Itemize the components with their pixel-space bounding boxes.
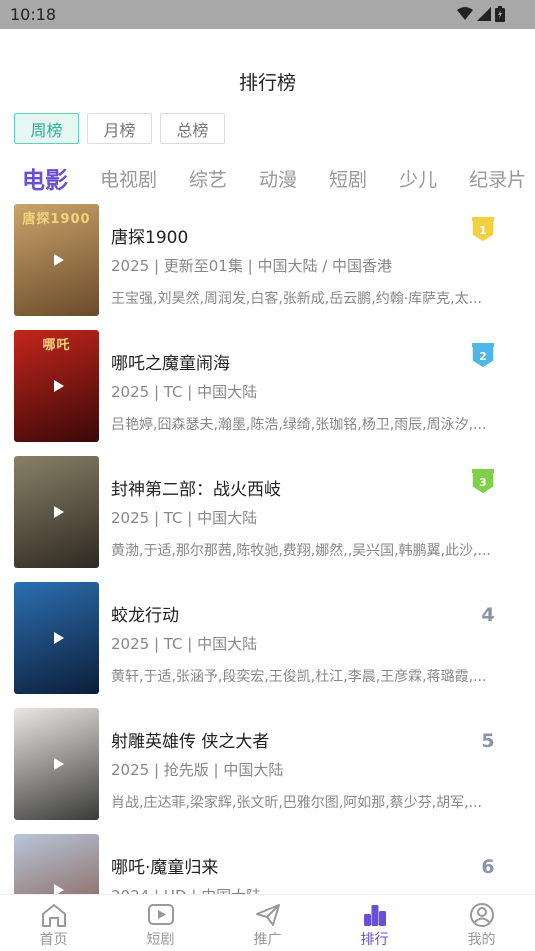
category-tab-variety[interactable]: 综艺 [189,165,227,192]
status-icons [457,6,505,22]
rank-medal-icon: 3 [471,469,495,495]
nav-profile-label: 我的 [467,932,496,948]
movie-meta: 2025 | TC | 中国大陆 [111,383,258,401]
category-tab-movie[interactable]: 电影 [22,161,68,195]
category-tabs: 电影 电视剧 综艺 动漫 短剧 少儿 纪录片 [22,160,535,196]
poster-image[interactable]: 唐探1900 [14,204,99,316]
movie-cast: 黄渤,于适,那尔那茜,陈牧驰,费翔,娜然,,吴兴国,韩鹏翼,此沙,... [111,543,491,559]
ranking-item[interactable]: 哪吒哪吒之魔童闹海 2025 | TC | 中国大陆吕艳婷,囧森瑟夫,瀚墨,陈浩,… [0,330,535,442]
ranking-item[interactable]: 射雕英雄传 侠之大者 2025 | 抢先版 | 中国大陆肖战,庄达菲,梁家辉,张文… [0,708,535,820]
nav-home-label: 首页 [39,932,68,948]
nav-rank[interactable]: 排行 [321,895,428,951]
play-icon [53,254,64,266]
rank-medal-icon: 2 [471,343,495,369]
movie-title: 蛟龙行动 [111,606,179,626]
nav-short-drama[interactable]: 短剧 [107,895,214,951]
movie-meta: 2025 | 更新至01集 | 中国大陆 / 中国香港 [111,257,393,275]
movie-meta: 2024 | HD | 中国大陆 [111,885,261,894]
movie-title: 封神第二部：战火西岐 [111,480,281,500]
play-icon [53,506,64,518]
rank-medal-icon: 1 [471,217,495,243]
category-tab-anime[interactable]: 动漫 [259,165,297,192]
rank-number: 3 [479,476,487,489]
category-tab-documentary[interactable]: 纪录片 [469,165,526,192]
movie-meta: 2025 | TC | 中国大陆 [111,635,258,653]
poster-image[interactable] [14,834,99,894]
movie-cast: 王宝强,刘昊然,周润发,白客,张新成,岳云鹏,约翰·库萨克,太... [111,291,482,307]
category-tab-kids[interactable]: 少儿 [399,165,437,192]
rank-number: 5 [481,730,495,752]
ranking-item[interactable]: 哪吒·魔童归来 2024 | HD | 中国大陆 6 [0,834,535,894]
signal-icon [477,7,491,21]
poster-image[interactable] [14,456,99,568]
movie-title: 唐探1900 [111,228,189,248]
play-icon [53,632,64,644]
movie-title: 哪吒·魔童归来 [111,858,219,878]
movie-title: 射雕英雄传 侠之大者 [111,732,270,752]
nav-profile[interactable]: 我的 [428,895,535,951]
period-tab-total[interactable]: 总榜 [160,113,225,144]
rank-number: 6 [481,856,495,878]
status-time: 10:18 [10,5,57,24]
movie-cast: 肖战,庄达菲,梁家辉,张文昕,巴雅尔图,阿如那,蔡少芬,胡军,... [111,795,482,811]
poster-image[interactable]: 哪吒 [14,330,99,442]
home-icon [41,904,66,927]
movie-cast: 黄轩,于适,张涵予,段奕宏,王俊凯,杜江,李晨,王彦霖,蒋璐霞,... [111,669,487,685]
nav-rank-label: 排行 [360,932,389,948]
period-tab-monthly[interactable]: 月榜 [87,113,152,144]
nav-promote[interactable]: 推广 [214,895,321,951]
poster-caption: 哪吒 [42,338,71,353]
play-icon [53,758,64,770]
ranking-list: 唐探1900 唐探1900 2025 | 更新至01集 | 中国大陆 / 中国香港王… [0,204,535,894]
play-box-icon [147,904,174,925]
poster-caption: 唐探1900 [22,212,91,227]
play-icon [53,380,64,392]
status-bar: 10:18 [0,0,535,29]
rank-icon [363,905,386,926]
ranking-item[interactable]: 唐探1900 唐探1900 2025 | 更新至01集 | 中国大陆 / 中国香港王… [0,204,535,316]
rank-number: 4 [481,604,495,626]
period-tab-weekly[interactable]: 周榜 [14,113,79,144]
battery-icon [495,6,505,22]
play-icon [53,884,64,894]
movie-meta: 2025 | TC | 中国大陆 [111,509,258,527]
rank-number: 1 [479,224,487,237]
ranking-item[interactable]: 蛟龙行动 2025 | TC | 中国大陆黄轩,于适,张涵予,段奕宏,王俊凯,杜江… [0,582,535,694]
poster-image[interactable] [14,582,99,694]
wifi-icon [457,7,473,20]
movie-meta: 2025 | 抢先版 | 中国大陆 [111,761,284,779]
poster-image[interactable] [14,708,99,820]
rank-number: 2 [479,350,487,363]
category-tab-short-drama[interactable]: 短剧 [329,165,367,192]
bottom-nav: 首页 短剧 推广 排行 我的 [0,894,535,951]
ranking-item[interactable]: 封神第二部：战火西岐 2025 | TC | 中国大陆黄渤,于适,那尔那茜,陈牧驰… [0,456,535,568]
user-icon [469,903,494,927]
movie-title: 哪吒之魔童闹海 [111,354,230,374]
nav-home[interactable]: 首页 [0,895,107,951]
movie-cast: 吕艳婷,囧森瑟夫,瀚墨,陈浩,绿绮,张珈铭,杨卫,雨辰,周泳汐,... [111,417,487,433]
send-icon [255,904,280,926]
page-title: 排行榜 [238,72,296,94]
nav-promote-label: 推广 [253,932,282,948]
period-tabs: 周榜 月榜 总榜 [14,113,225,144]
nav-short-drama-label: 短剧 [146,932,175,948]
category-tab-tv-series[interactable]: 电视剧 [100,165,157,192]
